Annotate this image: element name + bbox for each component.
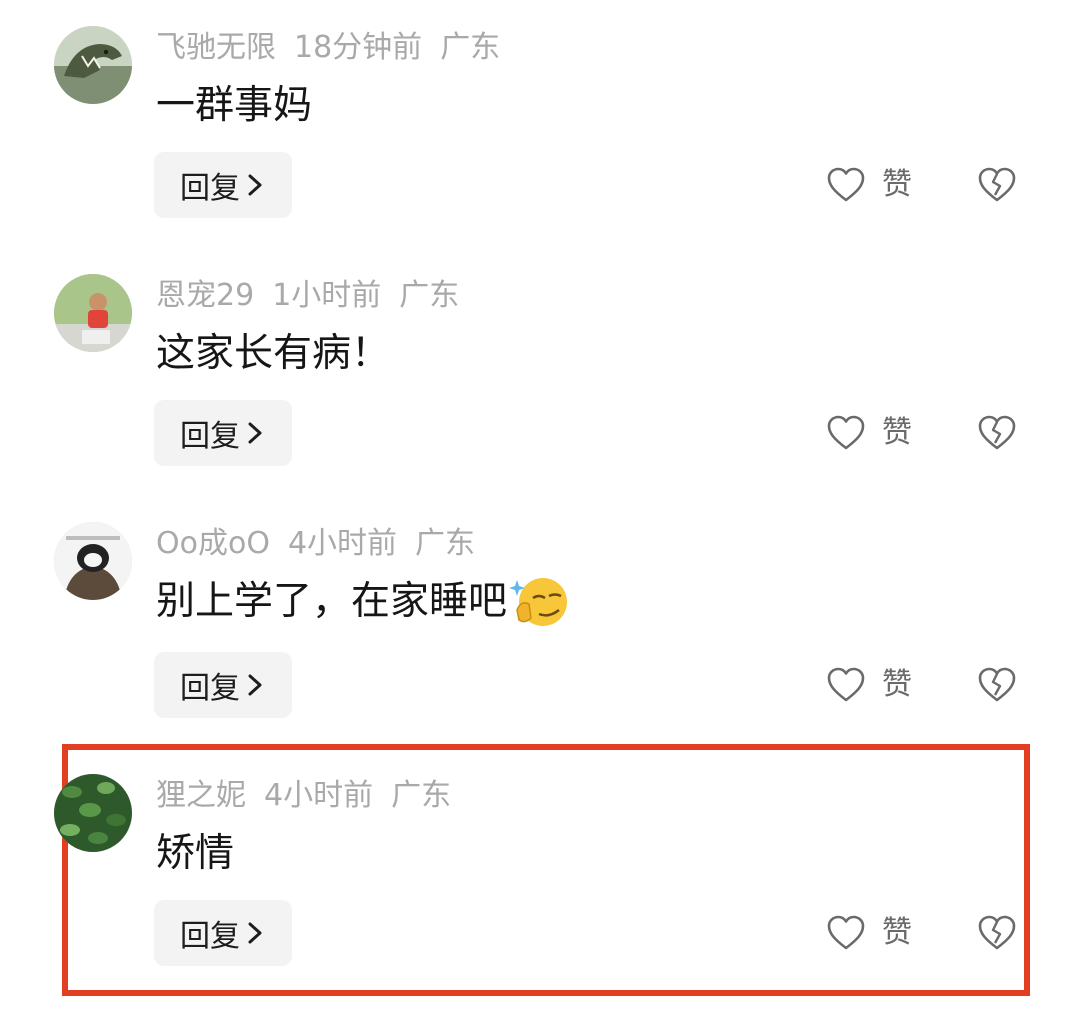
broken-heart-icon[interactable]: [976, 664, 1018, 706]
heart-outline-icon[interactable]: [826, 913, 866, 953]
broken-heart-icon[interactable]: [976, 412, 1018, 454]
reply-label: 回复: [180, 919, 240, 954]
comment-location: 广东: [399, 278, 460, 313]
user-avatar[interactable]: [54, 26, 132, 104]
comment-text-content: 这家长有病！: [156, 331, 391, 376]
comment-meta: 飞驰无限 18分钟前 广东: [156, 28, 518, 68]
user-avatar[interactable]: [54, 522, 132, 600]
username[interactable]: Oo成oO: [156, 526, 270, 561]
comment-item: 狸之妮 4小时前 广东 矫情 回复 赞: [0, 748, 1080, 996]
user-avatar[interactable]: [54, 274, 132, 352]
comment-location: 广东: [440, 30, 501, 65]
comment-time: 4小时前: [264, 778, 374, 813]
comment-text: 矫情: [156, 826, 234, 882]
reply-button[interactable]: 回复: [154, 400, 292, 466]
comment-text: 这家长有病！: [156, 326, 390, 382]
comment-meta: 恩宠29 1小时前 广东: [156, 276, 477, 316]
comment-location: 广东: [415, 526, 476, 561]
like-label[interactable]: 赞: [882, 165, 912, 205]
reply-button[interactable]: 回复: [154, 152, 292, 218]
comment-location: 广东: [391, 778, 452, 813]
comment-item: 恩宠29 1小时前 广东 这家长有病！ 回复 赞: [0, 248, 1080, 496]
chevron-right-icon: [248, 922, 262, 944]
like-label[interactable]: 赞: [882, 913, 912, 953]
broken-heart-icon[interactable]: [976, 164, 1018, 206]
username[interactable]: 狸之妮: [156, 778, 246, 813]
heart-outline-icon[interactable]: [826, 413, 866, 453]
username[interactable]: 恩宠29: [156, 278, 254, 313]
comment-time: 1小时前: [272, 278, 382, 313]
reply-label: 回复: [180, 671, 240, 706]
reply-button[interactable]: 回复: [154, 652, 292, 718]
comment-item: Oo成oO 4小时前 广东 别上学了，在家睡吧 回复 赞: [0, 496, 1080, 744]
comment-text-content: 别上学了，在家睡吧: [156, 579, 508, 624]
dinosaur-avatar-image: [54, 26, 132, 104]
comment-text-content: 一群事妈: [156, 83, 313, 128]
reply-button[interactable]: 回复: [154, 900, 292, 966]
chevron-right-icon: [248, 674, 262, 696]
comment-text-content: 矫情: [156, 831, 235, 876]
reply-label: 回复: [180, 171, 240, 206]
comment-meta: Oo成oO 4小时前 广东: [156, 524, 493, 564]
smirk-emoji-icon: [509, 578, 568, 626]
username[interactable]: 飞驰无限: [156, 30, 276, 65]
comment-text: 一群事妈: [156, 78, 312, 134]
comment-time: 18分钟前: [294, 30, 423, 65]
reply-label: 回复: [180, 419, 240, 454]
child-photo-avatar-image: [54, 274, 132, 352]
like-label[interactable]: 赞: [882, 665, 912, 705]
cartoon-avatar-image: [54, 522, 132, 600]
chevron-right-icon: [248, 422, 262, 444]
heart-outline-icon[interactable]: [826, 665, 866, 705]
comment-time: 4小时前: [287, 526, 398, 561]
comment-text: 别上学了，在家睡吧: [156, 574, 569, 630]
comment-item: 飞驰无限 18分钟前 广东 一群事妈 回复 赞: [0, 0, 1080, 248]
broken-heart-icon[interactable]: [976, 912, 1018, 954]
heart-outline-icon[interactable]: [826, 165, 866, 205]
leaves-avatar-image: [54, 774, 132, 852]
comment-list: 飞驰无限18分钟前广东 一群事妈 回复 赞 恩宠291小时前广东 这家长: [0, 0, 1080, 1015]
user-avatar[interactable]: [54, 774, 132, 852]
comment-meta: 狸之妮 4小时前 广东: [156, 776, 469, 816]
like-label[interactable]: 赞: [882, 413, 912, 453]
chevron-right-icon: [248, 174, 262, 196]
